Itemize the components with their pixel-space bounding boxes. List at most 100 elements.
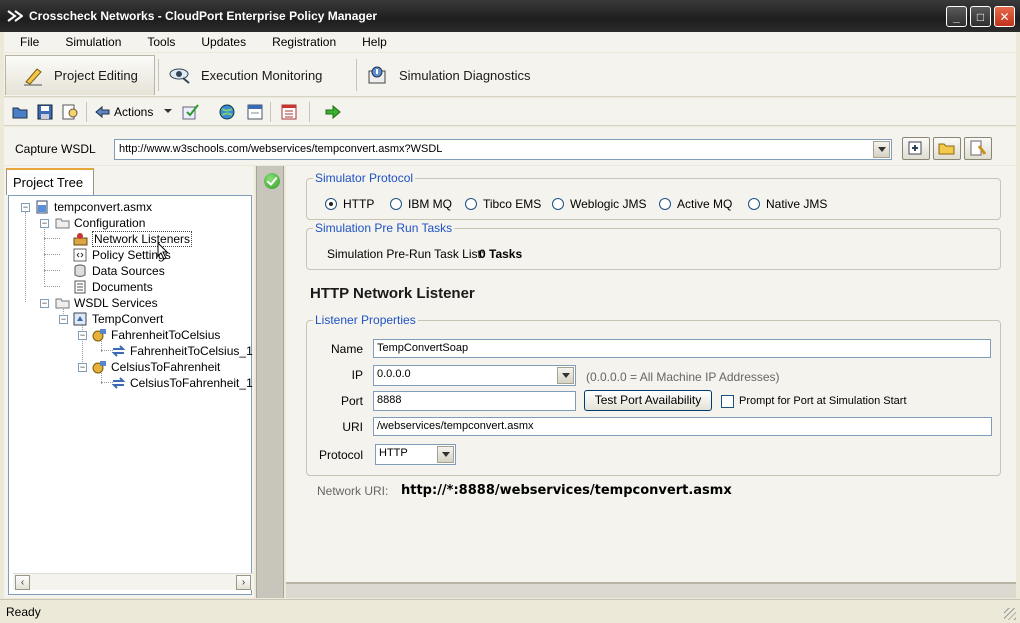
tree-horizontal-scrollbar[interactable]: ‹ › [13,573,253,590]
tree-node-celsius-to-fahrenheit-1[interactable]: CelsiusToFahrenheit_1 [111,375,253,391]
mouse-cursor-icon [157,242,169,260]
key-tool-icon [970,140,987,156]
collapse-fahrenheit-to-celsius-icon[interactable]: − [78,331,87,340]
actions-icon[interactable] [94,103,112,121]
menu-registration[interactable]: Registration [258,35,348,49]
radio-native-jms[interactable]: Native JMS [748,197,827,211]
protocol-label: Protocol [318,448,363,462]
radio-ibm-mq[interactable]: IBM MQ [390,197,452,211]
open-folder-icon[interactable] [11,103,29,121]
tree-node-tempconvert-asmx[interactable]: tempconvert.asmx [35,199,152,215]
radio-button [748,198,760,210]
chevron-down-icon[interactable] [557,367,574,384]
tree-node-label: CelsiusToFahrenheit_1 [130,376,253,390]
validate-icon[interactable] [182,103,200,121]
menu-file[interactable]: File [4,35,51,49]
uri-field[interactable]: /webservices/tempconvert.asmx [373,417,992,436]
actions-dropdown-icon[interactable] [164,109,172,113]
resize-grip-icon[interactable] [1004,608,1016,620]
test-port-availability-button[interactable]: Test Port Availability [584,390,712,411]
tab-simulation-diagnostics[interactable]: Simulation Diagnostics [367,55,567,95]
tab-project-editing[interactable]: Project Editing [5,55,155,95]
prompt-port-checkbox[interactable] [721,395,734,408]
tree-node-documents[interactable]: Documents [73,279,153,295]
wsdl-settings-button[interactable] [964,137,992,160]
radio-label: Active MQ [677,197,733,211]
actions-menu[interactable]: Actions [114,105,153,119]
pre-run-task-list-label: Simulation Pre-Run Task List: [327,247,485,261]
project-tree: − tempconvert.asmx − Configuration Netwo… [8,195,253,595]
folder-open-icon [55,296,70,310]
tree-node-celsius-to-fahrenheit[interactable]: CelsiusToFahrenheit [92,359,220,375]
tree-node-label: Data Sources [92,264,165,278]
search-documents-icon[interactable] [61,103,79,121]
port-field[interactable]: 8888 [373,391,576,411]
scroll-right-icon[interactable]: › [236,575,251,590]
arrows-exchange-icon [111,376,126,390]
chevron-down-icon[interactable] [873,141,890,158]
menu-help[interactable]: Help [348,35,399,49]
tab-project-tree[interactable]: Project Tree [6,168,94,195]
wsdl-url-combobox[interactable]: http://www.w3schools.com/webservices/tem… [114,139,892,160]
operation-icon [92,360,107,374]
menu-simulation[interactable]: Simulation [51,35,133,49]
protocol-value: HTTP [379,447,408,459]
collapse-tempconvert-service-icon[interactable]: − [59,315,68,324]
window-icon[interactable] [246,103,264,121]
listener-properties-title: Listener Properties [313,313,418,327]
tree-node-tempconvert-service[interactable]: TempConvert [73,311,163,327]
radio-tibco-ems[interactable]: Tibco EMS [465,197,541,211]
editor-bottom-splitter[interactable] [286,582,1016,598]
menu-bar: File Simulation Tools Updates Registrati… [4,32,1016,52]
listener-properties-group: Listener Properties Name TempConvertSoap… [306,313,1001,476]
menu-updates[interactable]: Updates [187,35,258,49]
save-icon[interactable] [36,103,54,121]
ip-select[interactable]: 0.0.0.0 [373,365,576,386]
chevron-down-icon[interactable] [437,446,454,463]
radio-label: Native JMS [766,197,828,211]
listener-editor-panel: Simulator Protocol HTTP IBM MQ Tibco EMS… [286,166,1016,582]
maximize-button[interactable]: □ [970,6,991,27]
panel-divider[interactable] [256,166,284,598]
collapse-tempconvert-icon[interactable]: − [21,203,30,212]
radio-label: Weblogic JMS [570,197,647,211]
tab-execution-monitoring[interactable]: Execution Monitoring [169,55,354,95]
tree-node-fahrenheit-to-celsius-1[interactable]: FahrenheitToCelsius_1 [111,343,253,359]
wsdl-url-value: http://www.w3schools.com/webservices/tem… [119,143,443,155]
run-arrow-icon[interactable] [324,103,342,121]
browse-folder-button[interactable] [933,137,961,160]
pre-run-tasks-group: Simulation Pre Run Tasks Simulation Pre-… [306,221,1001,270]
radio-active-mq[interactable]: Active MQ [659,197,732,211]
ip-value: 0.0.0.0 [377,368,411,380]
capture-icon [908,141,922,155]
tree-node-data-sources[interactable]: Data Sources [73,263,165,279]
tree-node-label: WSDL Services [74,296,158,310]
radio-button [325,198,337,210]
globe-icon[interactable] [218,103,236,121]
scroll-left-icon[interactable]: ‹ [15,575,30,590]
protocol-select[interactable]: HTTP [375,444,456,465]
menu-tools[interactable]: Tools [133,35,187,49]
tree-node-network-listeners[interactable]: Network Listeners [73,231,193,247]
collapse-wsdl-services-icon[interactable]: − [40,299,49,308]
name-value: TempConvertSoap [377,342,469,354]
tab-execution-monitoring-label: Execution Monitoring [201,67,323,83]
ip-label: IP [351,368,363,382]
tree-node-configuration[interactable]: Configuration [55,215,145,231]
name-field[interactable]: TempConvertSoap [373,339,991,358]
network-uri-label: Network URI: [317,484,389,498]
tree-node-fahrenheit-to-celsius[interactable]: FahrenheitToCelsius [92,327,220,343]
maximize-icon: □ [976,9,985,24]
radio-weblogic-jms[interactable]: Weblogic JMS [552,197,646,211]
collapse-celsius-to-fahrenheit-icon[interactable]: − [78,363,87,372]
tree-node-label: TempConvert [92,312,164,326]
collapse-configuration-icon[interactable]: − [40,219,49,228]
port-label: Port [340,394,363,408]
capture-wsdl-label: Capture WSDL [15,142,96,156]
tree-node-wsdl-services[interactable]: WSDL Services [55,295,158,311]
report-icon[interactable] [280,103,298,121]
radio-http[interactable]: HTTP [325,197,374,211]
minimize-button[interactable]: _ [946,6,967,27]
capture-button[interactable] [902,137,930,160]
close-button[interactable]: ✕ [994,6,1015,27]
